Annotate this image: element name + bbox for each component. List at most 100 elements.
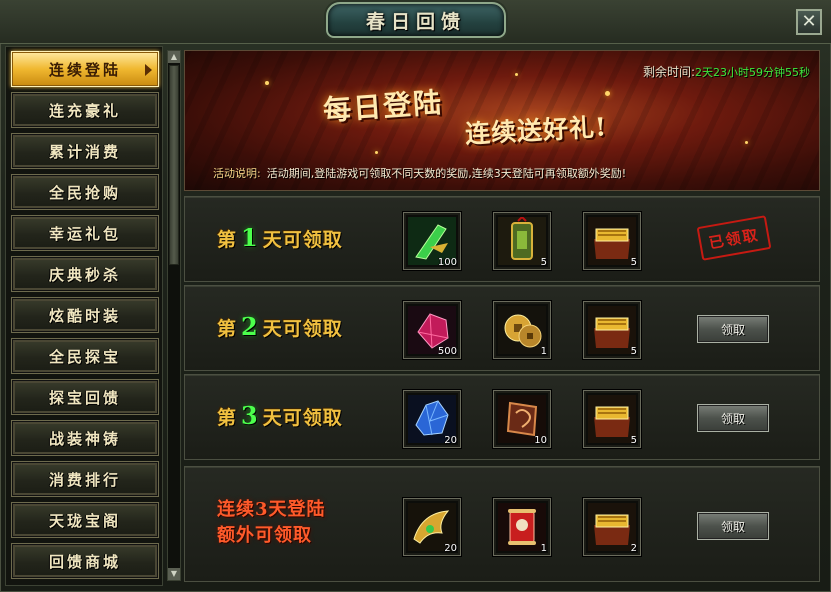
reward-row-day1: 第 1 天可领取 100 5 5 已领取 — [184, 196, 820, 282]
row-day-number: 1 — [241, 223, 259, 252]
sidebar-item-seckill[interactable]: 庆典秒杀 — [11, 256, 159, 292]
sidebar-item-label: 探宝回馈 — [48, 388, 121, 407]
desc-text: 活动期间,登陆游戏可领取不同天数的奖励,连续3天登陆可再领取额外奖励! — [266, 167, 627, 180]
item-count: 10 — [534, 435, 547, 446]
row-title-prefix: 第 — [217, 407, 238, 429]
item-count: 5 — [630, 346, 637, 357]
title-plate: 春日回馈 — [326, 2, 506, 38]
timer-value: 2天23小时59分钟55秒 — [695, 66, 811, 79]
scroll-thumb[interactable] — [169, 65, 179, 265]
sidebar-item-label: 幸运礼包 — [48, 224, 121, 243]
claim-button-label: 领取 — [720, 411, 745, 426]
bonus-title-line1: 连续3天登陆 — [217, 499, 326, 520]
item-count: 5 — [630, 435, 637, 446]
row-title-prefix: 第 — [217, 229, 238, 251]
red-scroll-icon — [498, 503, 546, 551]
coin-icon — [498, 306, 546, 354]
claimed-stamp-label: 已领取 — [707, 225, 761, 252]
sidebar-item-treasure-pavilion[interactable]: 天珑宝阁 — [11, 502, 159, 538]
reward-slot[interactable]: 20 — [403, 390, 461, 448]
claim-button[interactable]: 领取 — [697, 404, 769, 432]
banner-subheadline: 连续送好礼! — [464, 112, 608, 149]
scroll-up-icon[interactable]: ▲ — [168, 51, 180, 63]
spark-decoration — [745, 141, 748, 144]
desc-label: 活动说明: — [213, 167, 261, 180]
item-count: 100 — [437, 257, 457, 268]
spark-decoration — [375, 151, 378, 154]
reward-slot[interactable]: 100 — [403, 212, 461, 270]
event-description: 活动说明: 活动期间,登陆游戏可领取不同天数的奖励,连续3天登陆可再领取额外奖励! — [213, 165, 626, 181]
row-day-number: 3 — [241, 401, 259, 430]
sidebar-item-hunt-reward[interactable]: 探宝回馈 — [11, 379, 159, 415]
close-button[interactable]: ✕ — [796, 9, 822, 35]
sidebar-item-label: 回馈商城 — [48, 552, 121, 571]
sidebar-scrollbar[interactable]: ▲ ▼ — [167, 50, 181, 581]
row-title-prefix: 第 — [217, 318, 238, 340]
event-banner: 每日登陆 连续送好礼! 剩余时间:2天23小时59分钟55秒 活动说明: 活动期间… — [184, 50, 820, 191]
reward-slot[interactable]: 500 — [403, 301, 461, 359]
item-count: 20 — [444, 435, 457, 446]
reward-slot[interactable]: 10 — [493, 390, 551, 448]
sidebar-item-reward-shop[interactable]: 回馈商城 — [11, 543, 159, 579]
remaining-time: 剩余时间:2天23小时59分钟55秒 — [643, 63, 810, 80]
row-title-suffix: 天可领取 — [262, 407, 343, 429]
item-count: 20 — [444, 543, 457, 554]
item-count: 5 — [630, 257, 637, 268]
sidebar-item-spend-rank[interactable]: 消费排行 — [11, 461, 159, 497]
item-count: 1 — [540, 543, 547, 554]
claim-button[interactable]: 领取 — [697, 315, 769, 343]
spark-decoration — [515, 73, 518, 76]
reward-row-day2: 第 2 天可领取 500 1 5 领取 — [184, 285, 820, 371]
sidebar-item-label: 消费排行 — [48, 470, 121, 489]
reward-slot[interactable]: 5 — [583, 301, 641, 359]
claim-button-label: 领取 — [720, 519, 745, 534]
jade-token-icon — [498, 217, 546, 265]
row-title-suffix: 天可领取 — [262, 318, 343, 340]
sidebar-item-label: 连充豪礼 — [48, 101, 121, 120]
sidebar-item-lucky-pack[interactable]: 幸运礼包 — [11, 215, 159, 251]
reward-slot[interactable]: 1 — [493, 301, 551, 359]
sidebar-item-recharge-gift[interactable]: 连充豪礼 — [11, 92, 159, 128]
sidebar-item-treasure-hunt[interactable]: 全民探宝 — [11, 338, 159, 374]
row-title: 第 1 天可领取 — [217, 223, 343, 252]
bonus-title: 连续3天登陆 额外可领取 — [217, 497, 326, 549]
sidebar-item-flash-buy[interactable]: 全民抢购 — [11, 174, 159, 210]
reward-row-bonus: 连续3天登陆 额外可领取 20 1 2 领取 — [184, 466, 820, 582]
reward-slot[interactable]: 5 — [583, 390, 641, 448]
sidebar-item-continuous-login[interactable]: 连续登陆 — [11, 51, 159, 87]
timer-label: 剩余时间: — [643, 65, 696, 79]
reward-slot[interactable]: 2 — [583, 498, 641, 556]
title-bar: 春日回馈 ✕ — [0, 0, 831, 44]
window-title: 春日回馈 — [365, 10, 466, 33]
gold-chest-icon — [588, 217, 636, 265]
reward-slot[interactable]: 20 — [403, 498, 461, 556]
sidebar-item-label: 天珑宝阁 — [48, 511, 121, 530]
item-count: 2 — [630, 543, 637, 554]
claimed-stamp: 已领取 — [696, 215, 772, 261]
claim-button-label: 领取 — [720, 322, 745, 337]
sidebar-item-forge[interactable]: 战装神铸 — [11, 420, 159, 456]
claim-button[interactable]: 领取 — [697, 512, 769, 540]
scroll-down-icon[interactable]: ▼ — [168, 568, 180, 580]
reward-row-day3: 第 3 天可领取 20 10 5 领取 — [184, 374, 820, 460]
sidebar-item-label: 累计消费 — [48, 142, 121, 161]
reward-slot[interactable]: 1 — [493, 498, 551, 556]
gold-chest-icon — [588, 503, 636, 551]
item-count: 500 — [437, 346, 457, 357]
sidebar-item-accum-spend[interactable]: 累计消费 — [11, 133, 159, 169]
reward-slot[interactable]: 5 — [583, 212, 641, 270]
sidebar: 连续登陆 连充豪礼 累计消费 全民抢购 幸运礼包 庆典秒杀 炫酷时装 全民探宝 … — [5, 46, 163, 586]
reward-slot[interactable]: 5 — [493, 212, 551, 270]
bonus-title-line2: 额外可领取 — [217, 525, 312, 546]
sidebar-item-label: 全民探宝 — [48, 347, 121, 366]
close-icon: ✕ — [801, 11, 817, 32]
sidebar-item-label: 战装神铸 — [48, 429, 121, 448]
sidebar-item-label: 全民抢购 — [48, 183, 121, 202]
row-title-suffix: 天可领取 — [262, 229, 343, 251]
sidebar-item-label: 庆典秒杀 — [48, 265, 121, 284]
gold-chest-icon — [588, 306, 636, 354]
item-count: 5 — [540, 257, 547, 268]
sidebar-item-fashion[interactable]: 炫酷时装 — [11, 297, 159, 333]
row-title: 第 3 天可领取 — [217, 401, 343, 430]
gold-chest-icon — [588, 395, 636, 443]
